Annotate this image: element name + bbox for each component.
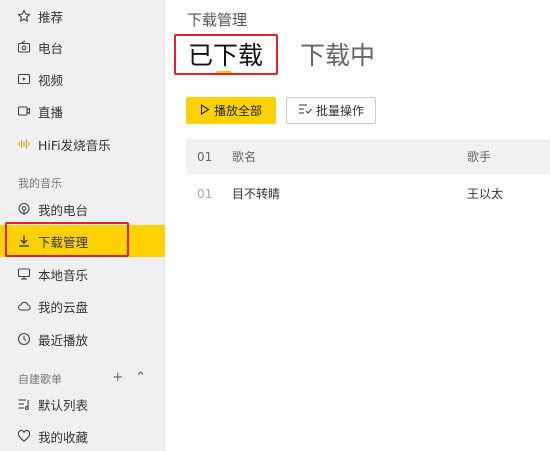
play-all-label: 播放全部	[213, 104, 262, 118]
sidebar-item-label: 我的收藏	[38, 429, 89, 445]
header-num: 01	[197, 149, 213, 164]
sidebar-item-label: 我的电台	[38, 202, 89, 218]
tab-active-indicator	[216, 71, 232, 74]
sidebar-item-favorites[interactable]: 我的收藏	[0, 420, 165, 451]
sidebar-item-download-manager[interactable]: 下载管理	[0, 225, 165, 257]
clock-icon	[17, 332, 31, 346]
batch-operations-button[interactable]: 批量操作	[286, 97, 376, 124]
batch-label: 批量操作	[315, 104, 364, 118]
download-icon	[17, 234, 31, 248]
sidebar-item-label: 本地音乐	[38, 267, 89, 283]
sidebar-item-label: 最近播放	[38, 332, 89, 348]
sidebar-item-radio[interactable]: 电台	[0, 31, 165, 63]
sidebar-item-live[interactable]: 直播	[0, 95, 165, 127]
sidebar-item-label: 电台	[38, 40, 64, 56]
monitor-icon	[17, 267, 31, 281]
collapse-playlists-button[interactable]: ⌃	[135, 370, 146, 385]
header-artist[interactable]: 歌手	[467, 139, 491, 174]
row-artist[interactable]: 王以太	[467, 176, 503, 211]
playlist-ops: + ⌃	[112, 370, 146, 385]
section-title-playlists: 自建歌单	[18, 373, 62, 386]
batch-list-icon	[298, 103, 312, 118]
sidebar-item-recent[interactable]: 最近播放	[0, 323, 165, 355]
sidebar-item-label: 默认列表	[38, 397, 89, 413]
sidebar-item-my-radio[interactable]: 我的电台	[0, 193, 165, 225]
table-row[interactable]: 01 目不转睛 王以太	[186, 176, 550, 211]
row-num: 01	[197, 186, 213, 201]
section-title-my-music: 我的音乐	[18, 177, 62, 190]
sidebar-item-default-playlist[interactable]: 默认列表	[0, 388, 165, 420]
play-icon	[200, 103, 210, 118]
tab-downloaded[interactable]: 已下载	[188, 36, 263, 72]
sidebar-item-label: 我的云盘	[38, 299, 89, 315]
playlist-icon	[17, 397, 31, 411]
sidebar-item-hifi[interactable]: HiFi发烧音乐	[0, 128, 165, 160]
tab-downloading[interactable]: 下载中	[300, 36, 375, 72]
video-icon	[17, 72, 31, 86]
sidebar-item-label: HiFi发烧音乐	[38, 137, 111, 153]
podcast-icon	[17, 202, 31, 216]
hifi-icon	[17, 137, 31, 151]
table-header: 01 歌名 歌手	[186, 139, 550, 174]
cloud-icon	[17, 299, 31, 313]
live-icon	[17, 104, 31, 118]
sidebar-item-label: 推荐	[38, 9, 64, 25]
sidebar-item-video[interactable]: 视频	[0, 63, 165, 95]
sidebar-item-label: 视频	[38, 72, 64, 88]
sidebar-item-recommend[interactable]: 推荐	[0, 0, 165, 32]
row-song[interactable]: 目不转睛	[232, 176, 280, 211]
sidebar-item-cloud-disk[interactable]: 我的云盘	[0, 290, 165, 322]
add-playlist-button[interactable]: +	[112, 370, 123, 385]
sidebar-item-local-music[interactable]: 本地音乐	[0, 258, 165, 290]
sidebar-item-label: 直播	[38, 104, 64, 120]
header-song[interactable]: 歌名	[232, 139, 256, 174]
heart-icon	[17, 429, 31, 443]
radio-icon	[17, 40, 31, 54]
sidebar: 推荐 电台 视频 直播 HiFi发烧音乐 我的音乐 我的电台 下载管理 本地音乐…	[0, 0, 165, 451]
star-icon	[17, 9, 31, 23]
sidebar-item-label: 下载管理	[38, 234, 89, 250]
play-all-button[interactable]: 播放全部	[186, 97, 276, 124]
page-title: 下载管理	[187, 11, 248, 29]
